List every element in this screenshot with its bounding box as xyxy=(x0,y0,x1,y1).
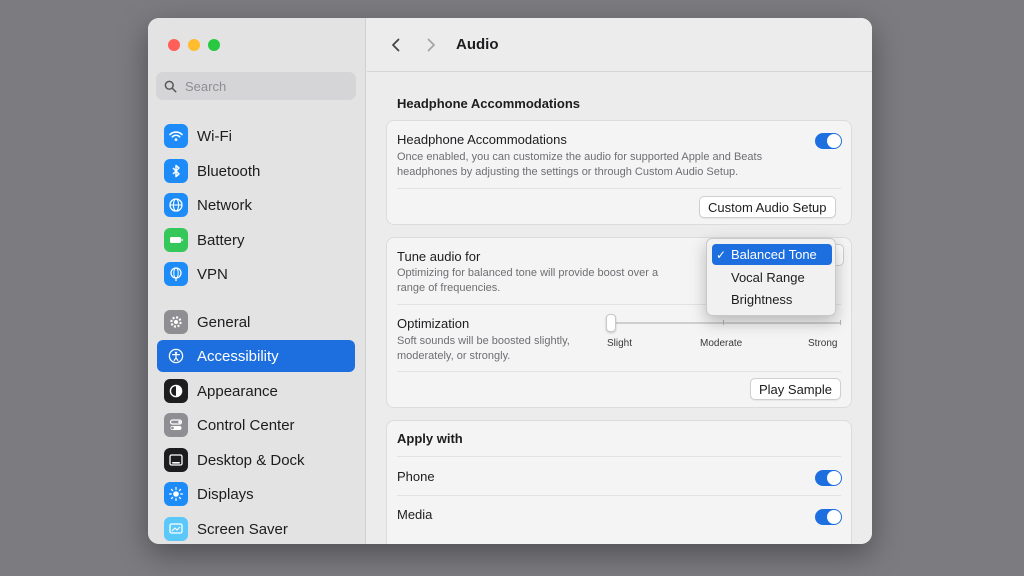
zoom-window-button[interactable] xyxy=(208,39,220,51)
vpn-globe-icon xyxy=(164,262,188,286)
divider xyxy=(397,456,841,457)
accessibility-icon xyxy=(164,344,188,368)
tune-desc-1: Optimizing for balanced tone will provid… xyxy=(397,267,659,279)
search-icon xyxy=(164,80,177,93)
screen-saver-icon xyxy=(164,517,188,541)
sidebar-item-appearance[interactable]: Appearance xyxy=(157,375,355,407)
headphone-row-desc-1: Once enabled, you can customize the audi… xyxy=(397,151,763,163)
globe-icon xyxy=(164,193,188,217)
section-title-headphone: Headphone Accommodations xyxy=(397,96,580,111)
divider xyxy=(397,188,841,189)
menu-item-vocal-range[interactable]: Vocal Range xyxy=(712,267,832,288)
headphone-row-title: Headphone Accommodations xyxy=(397,132,567,147)
chevron-right-icon xyxy=(427,38,435,51)
battery-icon xyxy=(164,228,188,252)
sun-icon xyxy=(164,482,188,506)
phone-toggle[interactable] xyxy=(815,470,842,486)
minimize-window-button[interactable] xyxy=(188,39,200,51)
sidebar-item-vpn[interactable]: VPN xyxy=(157,258,355,290)
slider-label-strong: Strong xyxy=(808,338,838,349)
sidebar-item-label: Control Center xyxy=(197,416,295,434)
sidebar-item-wifi[interactable]: Wi-Fi xyxy=(157,120,355,152)
menu-item-balanced-tone[interactable]: ✓ Balanced Tone xyxy=(712,244,832,265)
sidebar: Search Wi-Fi Bluetooth Network Battery V… xyxy=(148,18,366,544)
optimization-slider-track[interactable] xyxy=(611,322,841,324)
sidebar-item-label: VPN xyxy=(197,265,228,283)
sidebar-item-battery[interactable]: Battery xyxy=(157,224,355,256)
tune-desc-2: range of frequencies. xyxy=(397,282,501,294)
headphone-toggle[interactable] xyxy=(815,133,842,149)
sidebar-item-label: Screen Saver xyxy=(197,520,288,538)
sidebar-item-label: Bluetooth xyxy=(197,162,261,180)
sidebar-item-bluetooth[interactable]: Bluetooth xyxy=(157,155,355,187)
page-title: Audio xyxy=(456,36,499,53)
menu-item-label: Balanced Tone xyxy=(731,247,817,262)
close-window-button[interactable] xyxy=(168,39,180,51)
optimization-title: Optimization xyxy=(397,316,470,331)
optimization-desc-1: Soft sounds will be boosted slightly, xyxy=(397,335,570,347)
sidebar-item-label: Accessibility xyxy=(197,347,279,365)
play-sample-button[interactable]: Play Sample xyxy=(750,378,841,400)
custom-audio-setup-button[interactable]: Custom Audio Setup xyxy=(699,196,836,218)
sidebar-item-network[interactable]: Network xyxy=(157,189,355,221)
control-center-icon xyxy=(164,413,188,437)
slider-tick xyxy=(840,320,841,325)
divider xyxy=(397,495,841,496)
headphone-row-desc-2: headphones by adjusting the settings or … xyxy=(397,166,739,178)
desktop-dock-icon xyxy=(164,448,188,472)
sidebar-item-desktop-dock[interactable]: Desktop & Dock xyxy=(157,444,355,476)
appearance-icon xyxy=(164,379,188,403)
divider xyxy=(397,371,841,372)
sidebar-item-label: Battery xyxy=(197,231,245,249)
apply-card: Apply with Phone Media xyxy=(386,420,852,544)
bluetooth-icon xyxy=(164,159,188,183)
slider-label-slight: Slight xyxy=(607,338,633,349)
sidebar-item-label: Network xyxy=(197,196,253,214)
sidebar-item-displays[interactable]: Displays xyxy=(157,478,355,510)
menu-item-label: Brightness xyxy=(731,292,793,307)
slider-tick xyxy=(723,320,724,325)
slider-label-moderate: Moderate xyxy=(700,338,743,349)
optimization-slider-thumb[interactable] xyxy=(606,314,616,332)
optimization-desc-2: moderately, or strongly. xyxy=(397,350,511,362)
sidebar-item-label: Displays xyxy=(197,485,254,503)
apply-section-title: Apply with xyxy=(397,431,463,446)
window-controls xyxy=(168,39,220,51)
search-input[interactable]: Search xyxy=(185,79,226,94)
sidebar-item-control-center[interactable]: Control Center xyxy=(157,409,355,441)
sidebar-item-label: Appearance xyxy=(197,382,278,400)
tune-title: Tune audio for xyxy=(397,249,481,264)
sidebar-item-general[interactable]: General xyxy=(157,306,355,338)
media-toggle[interactable] xyxy=(815,509,842,525)
checkmark-icon: ✓ xyxy=(715,247,727,262)
sidebar-search[interactable]: Search xyxy=(156,72,356,100)
sidebar-item-label: Desktop & Dock xyxy=(197,451,305,469)
tune-audio-menu: ✓ Balanced Tone Vocal Range Brightness xyxy=(706,238,836,316)
sidebar-item-accessibility[interactable]: Accessibility xyxy=(157,340,355,372)
sidebar-item-screen-saver[interactable]: Screen Saver xyxy=(157,513,355,544)
menu-item-brightness[interactable]: Brightness xyxy=(712,289,832,310)
sidebar-item-label: Wi-Fi xyxy=(197,127,232,145)
media-label: Media xyxy=(397,507,433,522)
forward-button[interactable] xyxy=(420,34,442,56)
phone-label: Phone xyxy=(397,469,435,484)
sidebar-item-label: General xyxy=(197,313,251,331)
back-button[interactable] xyxy=(385,34,407,56)
gear-icon xyxy=(164,310,188,334)
headphone-card: Headphone Accommodations Once enabled, y… xyxy=(386,120,852,225)
wifi-icon xyxy=(164,124,188,148)
menu-item-label: Vocal Range xyxy=(731,270,805,285)
toolbar: Audio xyxy=(367,18,872,72)
chevron-left-icon xyxy=(392,38,400,51)
